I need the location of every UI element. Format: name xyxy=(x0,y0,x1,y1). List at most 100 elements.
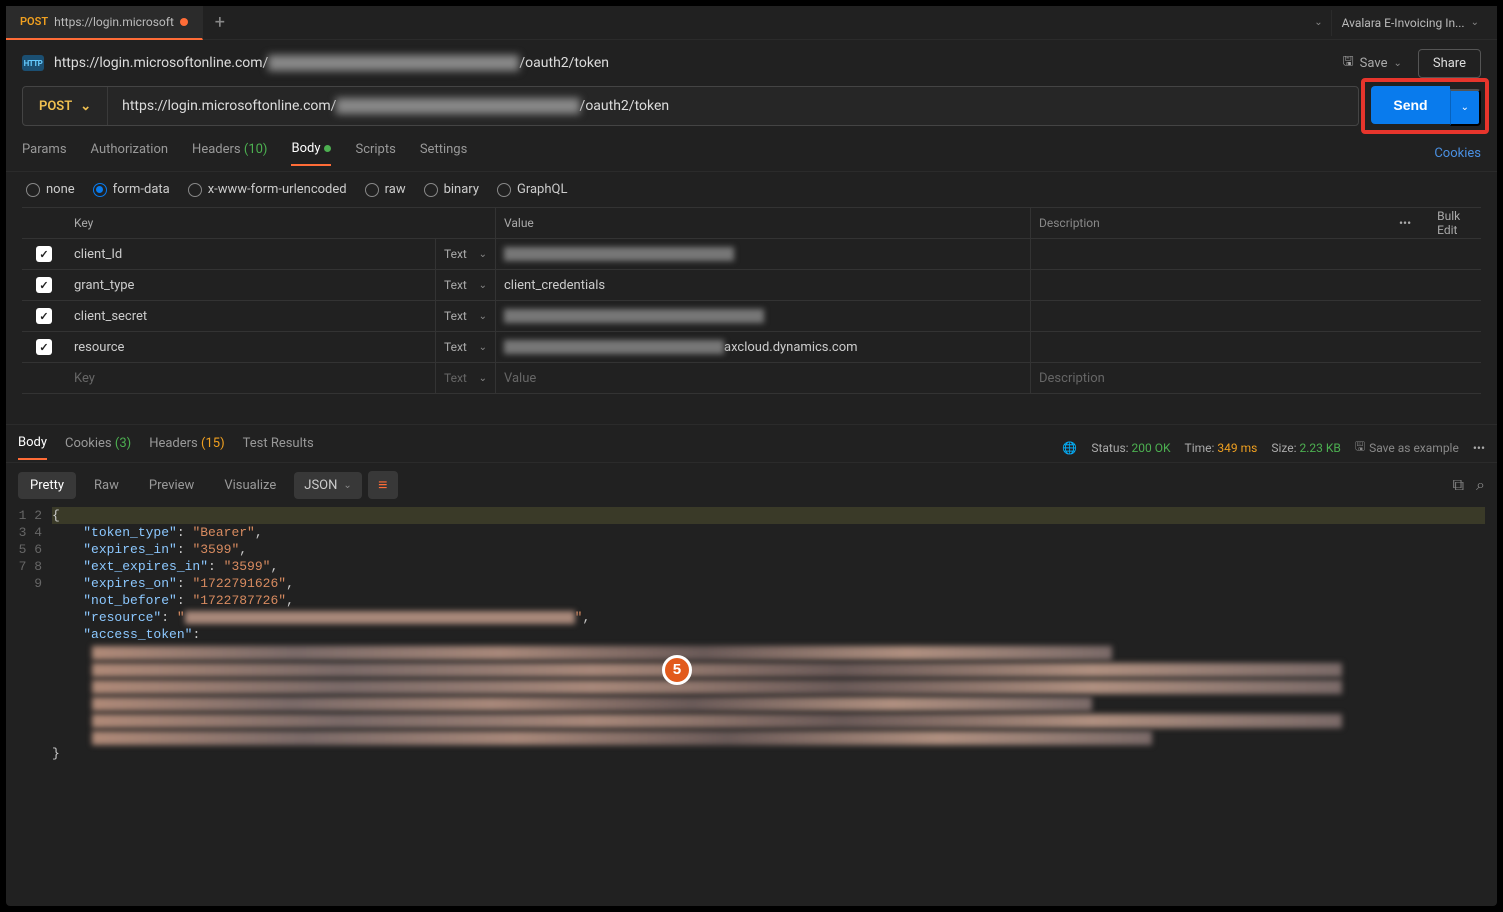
method-value: POST xyxy=(39,99,72,114)
radio-raw[interactable]: raw xyxy=(365,182,406,197)
tab-settings[interactable]: Settings xyxy=(420,142,467,165)
unsaved-dot-icon xyxy=(180,18,188,26)
tabs-overflow-icon[interactable]: ⌄ xyxy=(1314,17,1322,28)
chevron-down-icon: ⌄ xyxy=(479,342,487,353)
radio-form-data[interactable]: form-data xyxy=(93,182,170,197)
cookies-link[interactable]: Cookies xyxy=(1434,146,1481,161)
save-button[interactable]: 🖫 Save ⌄ xyxy=(1333,46,1412,80)
redacted-value xyxy=(504,309,764,323)
save-icon: 🖫 xyxy=(1343,52,1354,74)
send-dropdown-button[interactable]: ⌄ xyxy=(1450,89,1481,126)
chevron-down-icon: ⌄ xyxy=(479,249,487,260)
value-suffix: axcloud.dynamics.com xyxy=(724,340,858,355)
save-icon: 🖫 xyxy=(1355,437,1365,458)
radio-none[interactable]: none xyxy=(26,182,75,197)
cell-desc[interactable] xyxy=(1031,239,1391,269)
redacted-value xyxy=(504,247,734,261)
cell-key[interactable]: grant_type xyxy=(66,270,436,300)
table-row-placeholder: Key Text⌄ Value Description xyxy=(22,363,1481,394)
environment-name: Avalara E-Invoicing In... xyxy=(1342,16,1465,30)
cell-type[interactable]: Text⌄ xyxy=(436,239,496,269)
method-selector[interactable]: POST ⌄ xyxy=(23,87,108,125)
cell-type[interactable]: Text⌄ xyxy=(436,332,496,362)
cell-value[interactable]: client_credentials xyxy=(496,270,1031,300)
cell-key[interactable]: client_Id xyxy=(66,239,436,269)
tab-params[interactable]: Params xyxy=(22,142,67,165)
cell-type[interactable]: Text⌄ xyxy=(436,301,496,331)
request-title: https://login.microsoftonline.com/xxxxxx… xyxy=(54,55,609,71)
chevron-down-icon: ⌄ xyxy=(1393,58,1401,69)
cell-value[interactable] xyxy=(496,301,1031,331)
tab-headers[interactable]: Headers (10) xyxy=(192,142,267,165)
response-toolbar: Pretty Raw Preview Visualize JSON⌄ ≡ ⧉ ⌕ xyxy=(6,463,1497,507)
row-checkbox[interactable]: ✓ xyxy=(36,277,52,293)
chevron-down-icon: ⌄ xyxy=(479,373,487,384)
col-value: Value xyxy=(496,208,1031,238)
radio-x-www-form-urlencoded[interactable]: x-www-form-urlencoded xyxy=(188,182,347,197)
environment-selector[interactable]: Avalara E-Invoicing In... ⌄ xyxy=(1331,10,1489,36)
search-icon[interactable]: ⌕ xyxy=(1476,475,1485,495)
request-tab[interactable]: POST https://login.microsoft xyxy=(6,6,203,40)
row-checkbox[interactable]: ✓ xyxy=(36,246,52,262)
redacted-token xyxy=(92,646,1485,745)
table-row: ✓ grant_type Text⌄ client_credentials xyxy=(22,270,1481,301)
save-as-example-button[interactable]: 🖫Save as example xyxy=(1355,437,1459,458)
code-lines[interactable]: { "token_type": "Bearer", "expires_in": … xyxy=(52,507,1485,762)
wrap-icon: ≡ xyxy=(378,475,387,495)
chevron-down-icon: ⌄ xyxy=(80,99,91,114)
redacted-segment: xxxxxxxxxxxxxxxxxxxxxxxxxxxxxxxxxxx xyxy=(336,98,579,114)
send-button[interactable]: Send xyxy=(1371,86,1449,124)
placeholder-value[interactable]: Value xyxy=(496,363,1031,393)
network-icon[interactable]: 🌐 xyxy=(1062,441,1077,455)
view-raw[interactable]: Raw xyxy=(82,472,131,499)
cell-key[interactable]: resource xyxy=(66,332,436,362)
redacted-value xyxy=(185,611,575,624)
view-preview[interactable]: Preview xyxy=(137,472,206,499)
cell-desc[interactable] xyxy=(1031,301,1391,331)
table-header: Key Value Description ••• Bulk Edit xyxy=(22,208,1481,239)
cell-value[interactable]: axcloud.dynamics.com xyxy=(496,332,1031,362)
view-visualize[interactable]: Visualize xyxy=(212,472,288,499)
resp-tab-body[interactable]: Body xyxy=(18,435,47,460)
wrap-lines-button[interactable]: ≡ xyxy=(368,471,398,499)
share-button[interactable]: Share xyxy=(1418,49,1481,78)
cell-desc[interactable] xyxy=(1031,270,1391,300)
save-label: Save xyxy=(1360,56,1388,71)
share-label: Share xyxy=(1433,56,1466,71)
row-checkbox[interactable]: ✓ xyxy=(36,308,52,324)
new-tab-button[interactable]: + xyxy=(203,12,237,33)
url-input[interactable]: https://login.microsoftonline.com/xxxxxx… xyxy=(108,98,1358,114)
cell-key[interactable]: client_secret xyxy=(66,301,436,331)
tab-label: https://login.microsoft xyxy=(54,15,174,29)
cell-value[interactable] xyxy=(496,239,1031,269)
row-checkbox[interactable]: ✓ xyxy=(36,339,52,355)
table-row: ✓ client_secret Text⌄ xyxy=(22,301,1481,332)
size: Size: 2.23 KB xyxy=(1271,441,1341,455)
tab-body[interactable]: Body xyxy=(291,141,331,166)
annotation-badge: 5 xyxy=(662,655,692,685)
placeholder-type[interactable]: Text⌄ xyxy=(436,363,496,393)
tab-scripts[interactable]: Scripts xyxy=(355,142,395,165)
dot-icon xyxy=(324,145,331,152)
placeholder-key[interactable]: Key xyxy=(66,363,436,393)
placeholder-desc[interactable]: Description xyxy=(1031,363,1391,393)
view-pretty[interactable]: Pretty xyxy=(18,472,76,499)
resp-tab-cookies[interactable]: Cookies (3) xyxy=(65,436,131,459)
resp-tab-test-results[interactable]: Test Results xyxy=(243,436,314,459)
format-selector[interactable]: JSON⌄ xyxy=(294,472,362,499)
form-data-table: Key Value Description ••• Bulk Edit ✓ cl… xyxy=(22,207,1481,394)
copy-icon[interactable]: ⧉ xyxy=(1453,475,1464,495)
resp-tab-headers[interactable]: Headers (15) xyxy=(149,436,224,459)
tab-authorization[interactable]: Authorization xyxy=(91,142,169,165)
radio-binary[interactable]: binary xyxy=(424,182,479,197)
url-suffix: /oauth2/token xyxy=(580,98,670,114)
url-box: POST ⌄ https://login.microsoftonline.com… xyxy=(22,86,1359,126)
cell-desc[interactable] xyxy=(1031,332,1391,362)
urlbar-row: POST ⌄ https://login.microsoftonline.com… xyxy=(6,86,1497,136)
radio-graphql[interactable]: GraphQL xyxy=(497,182,567,197)
more-icon[interactable]: ••• xyxy=(1473,441,1485,455)
chevron-down-icon: ⌄ xyxy=(479,311,487,322)
redacted-value xyxy=(504,340,724,354)
cell-type[interactable]: Text⌄ xyxy=(436,270,496,300)
bulk-edit[interactable]: ••• Bulk Edit xyxy=(1391,209,1481,237)
